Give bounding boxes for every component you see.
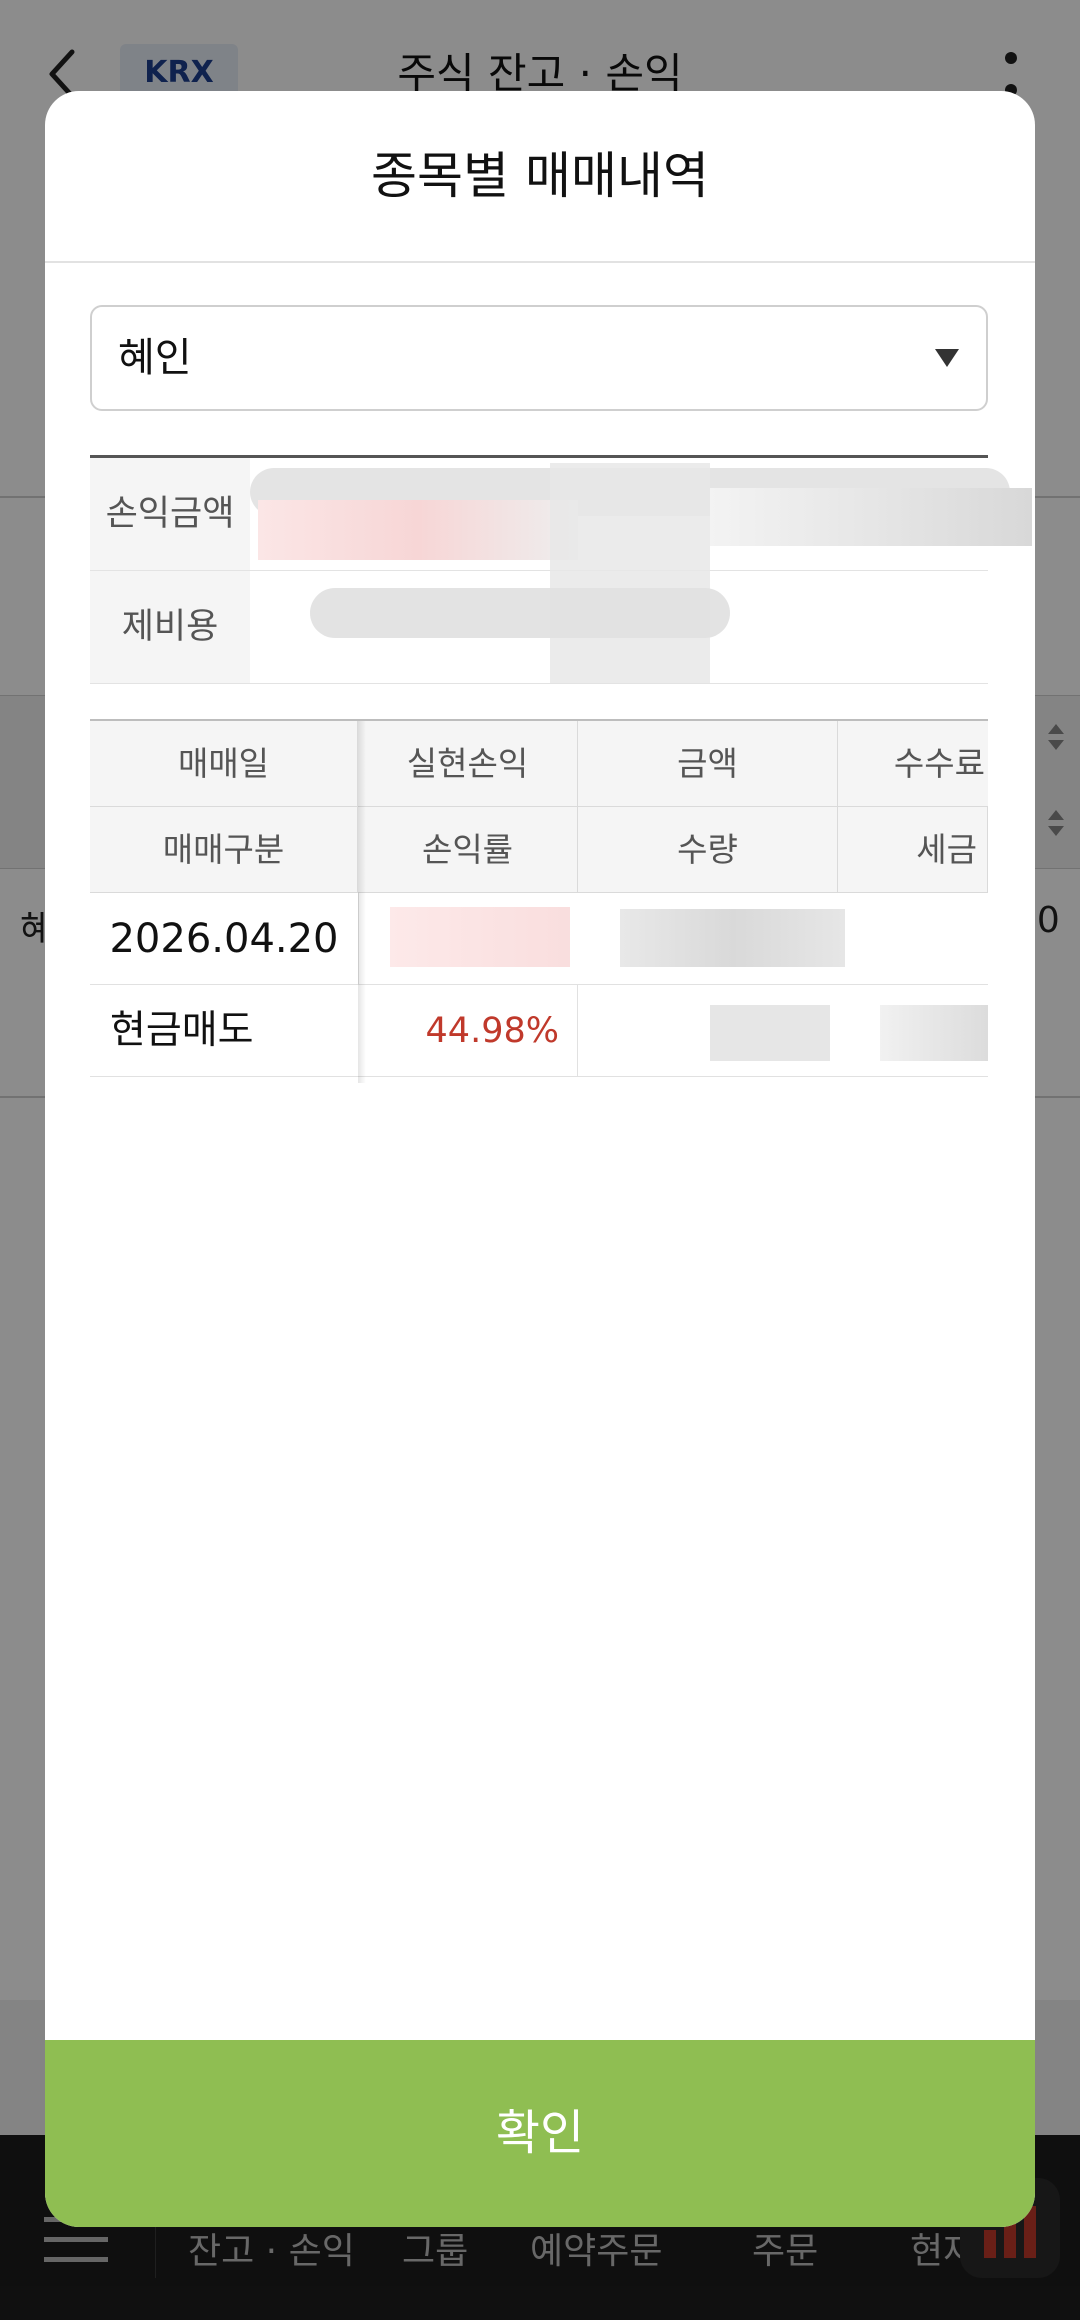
column-header: 수량: [578, 807, 838, 893]
profit-rate: 44.98%: [358, 985, 578, 1077]
summary-table: 손익금액 제비용: [90, 455, 1032, 686]
column-header: 실현손익: [358, 721, 578, 807]
modal-title: 종목별 매매내역: [371, 147, 709, 205]
frozen-column-shadow: [358, 721, 366, 1083]
divider: [45, 261, 1035, 263]
redaction-mark: [710, 1005, 830, 1061]
redaction-mark: [310, 588, 730, 638]
redaction-mark: [710, 488, 1032, 546]
redaction-mark: [880, 1005, 988, 1061]
summary-label: 손익금액: [90, 458, 250, 570]
summary-label: 제비용: [90, 571, 250, 683]
trade-date: 2026.04.20: [90, 893, 358, 985]
trade-history-modal: 종목별 매매내역 혜인 손익금액 제비용 매매일 실현손익 금액 수수료 매매구…: [45, 91, 1035, 2227]
stock-select[interactable]: 혜인: [90, 305, 988, 411]
redaction-mark: [620, 909, 845, 967]
column-header: 세금: [838, 807, 988, 893]
column-header: 수수료: [838, 721, 988, 807]
trade-type: 현금매도: [90, 985, 358, 1077]
column-header: 매매구분: [90, 807, 358, 893]
stock-select-value: 혜인: [118, 335, 192, 381]
redaction-mark: [258, 500, 578, 560]
column-header: 손익률: [358, 807, 578, 893]
redaction-mark: [550, 463, 710, 683]
confirm-button[interactable]: 확인: [45, 2040, 1035, 2227]
trade-history-table[interactable]: 매매일 실현손익 금액 수수료 매매구분 손익률 수량 세금 2026.04.2…: [90, 719, 988, 1083]
column-header: 매매일: [90, 721, 358, 807]
column-header: 금액: [578, 721, 838, 807]
redaction-mark: [390, 907, 570, 967]
caret-down-icon: [935, 349, 959, 367]
